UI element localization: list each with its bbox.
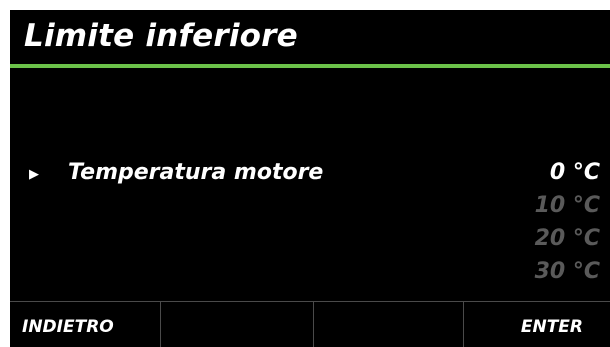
triangle-right-icon: ▶	[29, 167, 39, 182]
back-button-label: INDIETRO	[22, 317, 114, 337]
softkey-2[interactable]	[160, 302, 310, 347]
menu-item-label: Temperatura motore	[68, 160, 324, 185]
value-option[interactable]: 20 °C	[535, 226, 600, 251]
value-option[interactable]: 10 °C	[535, 193, 600, 218]
header: Limite inferiore	[10, 10, 610, 64]
back-button[interactable]: INDIETRO	[10, 302, 160, 347]
value-picker-list[interactable]: 0 °C 10 °C 20 °C 30 °C	[450, 160, 600, 300]
page-title: Limite inferiore	[24, 18, 298, 54]
display-screen: Limite inferiore ▶ Temperatura motore 0 …	[10, 10, 610, 347]
enter-button[interactable]: ENTER	[463, 302, 610, 347]
content-area: ▶ Temperatura motore 0 °C 10 °C 20 °C 30…	[10, 68, 610, 300]
value-option[interactable]: 30 °C	[535, 259, 600, 284]
enter-button-label: ENTER	[520, 317, 583, 337]
value-option-selected[interactable]: 0 °C	[550, 160, 600, 185]
softkey-3[interactable]	[313, 302, 463, 347]
softkey-bar: INDIETRO ENTER	[10, 301, 610, 347]
